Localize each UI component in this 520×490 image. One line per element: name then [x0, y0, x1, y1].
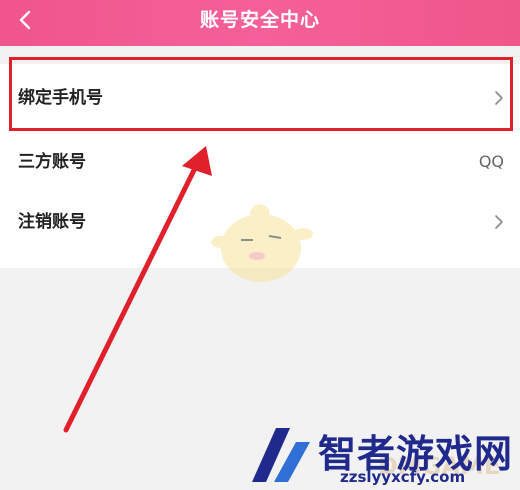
mascot-watermark-icon: [211, 204, 313, 282]
chevron-right-icon: [495, 91, 503, 105]
chevron-right-icon: [495, 215, 503, 229]
third-party-account-row[interactable]: 三方账号 QQ: [0, 132, 520, 192]
page-title: 账号安全中心: [199, 9, 320, 31]
third-party-account-value: QQ: [478, 152, 504, 171]
bind-phone-label: 绑定手机号: [18, 88, 103, 108]
third-party-account-label: 三方账号: [18, 152, 86, 172]
delete-account-label: 注销账号: [18, 212, 86, 232]
watermark-logo-icon: [252, 428, 310, 482]
watermark-url: zzslyyxcfy.com: [340, 468, 466, 486]
header-bar: 账号安全中心: [0, 0, 520, 46]
bind-phone-row[interactable]: 绑定手机号: [0, 68, 520, 128]
